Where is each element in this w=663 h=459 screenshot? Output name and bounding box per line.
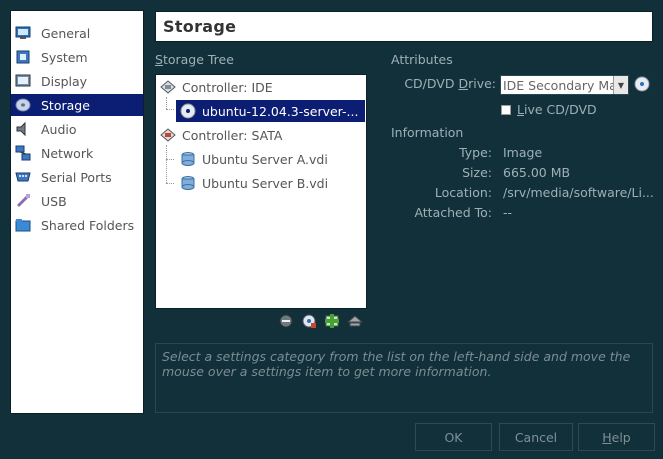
- category-network[interactable]: Network: [11, 142, 143, 164]
- help-text-panel: Select a settings category from the list…: [155, 343, 653, 413]
- tree-item-label: Controller: IDE: [182, 79, 273, 95]
- tree-item-label: Ubuntu Server B.vdi: [202, 175, 329, 191]
- page-title-box: Storage: [155, 11, 653, 42]
- ide-controller-icon: [160, 79, 176, 95]
- disk-icon: [15, 97, 31, 113]
- storage-tree-label: Storage Tree: [155, 52, 234, 67]
- category-usb[interactable]: USB: [11, 190, 143, 212]
- info-attached-label: Attached To:: [414, 205, 492, 220]
- info-location-value: /srv/media/software/Li...: [503, 185, 654, 200]
- info-location-label: Location:: [434, 185, 492, 200]
- remove-attachment-button[interactable]: [347, 313, 363, 329]
- attributes-heading: Attributes: [391, 52, 453, 67]
- page-title: Storage: [163, 17, 237, 36]
- category-label: Serial Ports: [41, 169, 112, 185]
- cd-icon: [634, 76, 650, 92]
- category-shared-folders[interactable]: Shared Folders: [11, 214, 143, 236]
- usb-icon: [15, 193, 31, 209]
- tree-item-controller-ide[interactable]: Controller: IDE: [160, 76, 273, 98]
- remove-attachment-icon: [347, 315, 363, 327]
- tree-item-cd-image[interactable]: ubuntu-12.04.3-server-...: [176, 100, 365, 122]
- category-label: General: [41, 25, 91, 41]
- live-cd-label: Live CD/DVD: [517, 102, 597, 117]
- category-general[interactable]: General: [11, 22, 143, 44]
- category-display[interactable]: Display: [11, 70, 143, 92]
- hard-disk-icon: [180, 151, 196, 167]
- sata-controller-icon: [160, 127, 176, 143]
- tree-item-disk-a[interactable]: Ubuntu Server A.vdi: [180, 148, 328, 170]
- add-disk-button[interactable]: [324, 313, 340, 329]
- category-audio[interactable]: Audio: [11, 118, 143, 140]
- cd-icon: [180, 103, 196, 119]
- info-size-label: Size:: [462, 165, 492, 180]
- speaker-icon: [15, 121, 31, 137]
- category-label: USB: [41, 193, 67, 209]
- tree-item-label: Ubuntu Server A.vdi: [202, 151, 328, 167]
- monitor-icon: [15, 25, 31, 41]
- ok-button[interactable]: OK: [415, 423, 492, 451]
- add-cd-icon: [302, 314, 316, 328]
- live-cd-checkbox[interactable]: [501, 105, 511, 115]
- chip-icon: [15, 49, 31, 65]
- category-serial-ports[interactable]: Serial Ports: [11, 166, 143, 188]
- settings-category-list: General System Display Storage Audio Net…: [10, 10, 144, 414]
- drive-label: CD/DVD Drive:: [404, 76, 496, 91]
- category-label: Storage: [41, 97, 90, 113]
- info-type-label: Type:: [459, 145, 492, 160]
- information-heading: Information: [391, 125, 464, 140]
- tree-item-controller-sata[interactable]: Controller: SATA: [160, 124, 282, 146]
- tree-item-label: ubuntu-12.04.3-server-...: [202, 103, 359, 119]
- storage-tree[interactable]: Controller: IDE ubuntu-12.04.3-server-..…: [155, 74, 367, 309]
- category-label: Display: [41, 73, 88, 89]
- serial-port-icon: [15, 169, 31, 185]
- info-size-value: 665.00 MB: [503, 165, 571, 180]
- add-cd-button[interactable]: [301, 313, 317, 329]
- info-type-value: Image: [503, 145, 543, 160]
- drive-select[interactable]: IDE Secondary Master ▼: [500, 75, 629, 95]
- info-attached-value: --: [503, 205, 513, 220]
- category-label: Network: [41, 145, 94, 161]
- tree-item-label: Controller: SATA: [182, 127, 283, 143]
- remove-controller-icon: [279, 314, 293, 328]
- cancel-button[interactable]: Cancel: [499, 423, 573, 451]
- tree-item-disk-b[interactable]: Ubuntu Server B.vdi: [180, 172, 328, 194]
- category-label: System: [41, 49, 88, 65]
- choose-disk-button[interactable]: [634, 76, 650, 92]
- category-label: Shared Folders: [41, 217, 135, 233]
- category-system[interactable]: System: [11, 46, 143, 68]
- category-label: Audio: [41, 121, 77, 137]
- chevron-down-icon[interactable]: ▼: [613, 76, 628, 94]
- help-button[interactable]: Help: [578, 423, 655, 451]
- folder-icon: [15, 217, 31, 233]
- network-icon: [15, 145, 31, 161]
- hard-disk-icon: [180, 175, 196, 191]
- display-icon: [15, 73, 31, 89]
- category-storage[interactable]: Storage: [11, 94, 143, 116]
- add-disk-icon: [325, 314, 339, 328]
- remove-controller-button[interactable]: [278, 313, 294, 329]
- help-text: Select a settings category from the list…: [162, 349, 631, 379]
